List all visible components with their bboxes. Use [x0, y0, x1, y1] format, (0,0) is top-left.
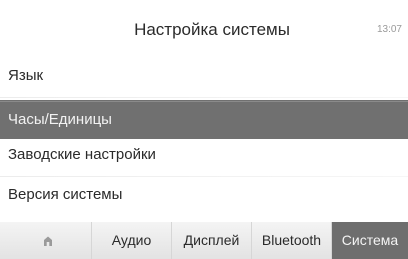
- home-icon: [44, 236, 52, 246]
- menu-item-system-version[interactable]: Версия системы: [0, 179, 408, 219]
- tab-audio[interactable]: Аудио: [92, 222, 172, 259]
- tab-system[interactable]: Система: [332, 222, 408, 259]
- tab-bluetooth[interactable]: Bluetooth: [252, 222, 332, 259]
- tab-bar: Аудио Дисплей Bluetooth Система: [0, 222, 408, 259]
- tab-display[interactable]: Дисплей: [172, 222, 252, 259]
- header-bar: Настройка системы 13:07: [0, 0, 408, 60]
- menu-item-factory-settings[interactable]: Заводские настройки: [0, 139, 408, 179]
- menu-item-clock-units[interactable]: Часы/Единицы: [0, 100, 408, 139]
- page-title: Настройка системы: [134, 20, 290, 39]
- settings-menu: Язык Часы/Единицы Заводские настройки Ве…: [0, 60, 408, 219]
- menu-item-language[interactable]: Язык: [0, 60, 408, 100]
- tab-home[interactable]: [0, 222, 92, 259]
- clock: 13:07: [376, 24, 402, 35]
